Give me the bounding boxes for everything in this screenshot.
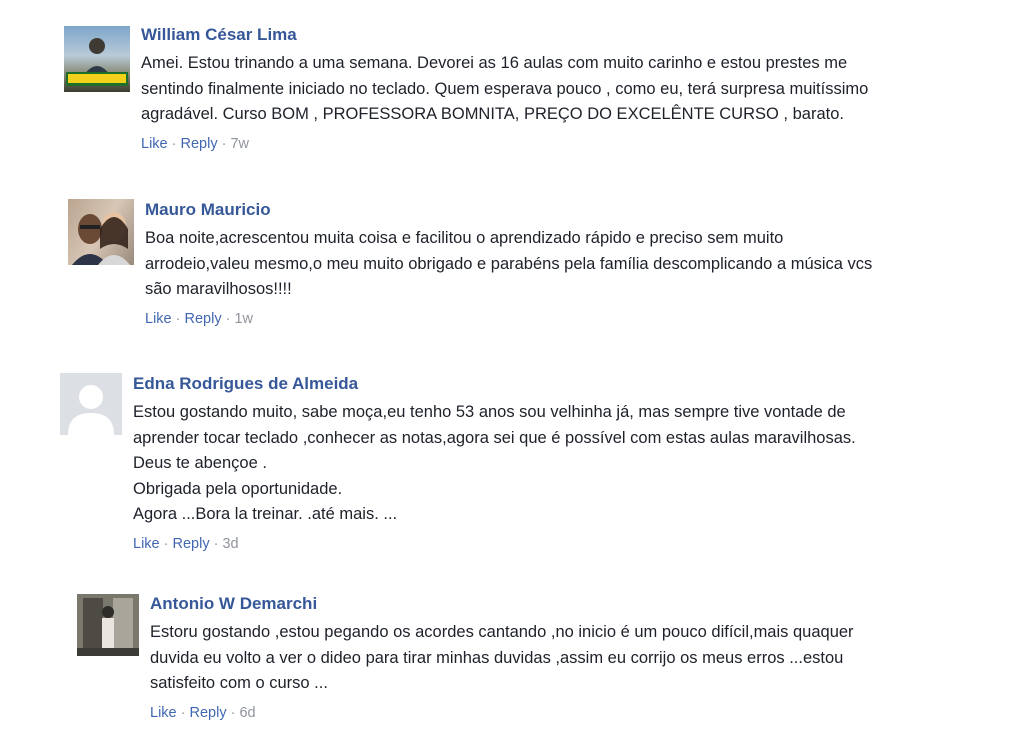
user-photo-icon	[66, 38, 128, 86]
comment-text: Estou gostando muito, sabe moça,eu tenho…	[133, 400, 856, 528]
timestamp-link[interactable]: 1w	[234, 311, 253, 327]
timestamp-link[interactable]: 7w	[230, 136, 249, 152]
comment-text-line: agradável. Curso BOM , PROFESSORA BOMNIT…	[141, 105, 844, 123]
like-link[interactable]: Like	[133, 536, 160, 552]
avatar[interactable]	[64, 26, 130, 92]
comment-actions: Like · Reply · 7w	[141, 134, 868, 154]
comment-text-line: satisfeito com o curso ...	[150, 674, 328, 692]
separator: ·	[163, 535, 173, 552]
comment-author-link[interactable]: Antonio W Demarchi	[150, 593, 854, 615]
separator: ·	[180, 704, 190, 721]
comment-text-line: Agora ...Bora la treinar. .até mais. ...	[133, 505, 398, 523]
default-avatar-icon	[60, 373, 122, 435]
avatar[interactable]	[60, 373, 122, 435]
comment-author-link[interactable]: Edna Rodrigues de Almeida	[133, 373, 856, 395]
comment-text-line: Boa noite,acrescentou muita coisa e faci…	[145, 229, 784, 247]
reply-link[interactable]: Reply	[181, 136, 218, 152]
timestamp-link[interactable]: 3d	[222, 536, 238, 552]
user-photo-icon	[77, 594, 139, 656]
comment-author-link[interactable]: Mauro Mauricio	[145, 199, 872, 221]
comment-text: Boa noite,acrescentou muita coisa e faci…	[145, 226, 872, 303]
comment-actions: Like · Reply · 1w	[145, 309, 872, 329]
avatar[interactable]	[77, 594, 139, 656]
reply-link[interactable]: Reply	[173, 536, 210, 552]
comment-text-line: são maravilhosos!!!!	[145, 280, 292, 298]
comment-text: Amei. Estou trinando a uma semana. Devor…	[141, 51, 868, 128]
timestamp-link[interactable]: 6d	[239, 705, 255, 721]
user-photo-icon	[72, 212, 130, 265]
like-link[interactable]: Like	[145, 311, 172, 327]
comment-actions: Like · Reply · 3d	[133, 534, 856, 554]
comment-text-line: Estoru gostando ,estou pegando os acorde…	[150, 623, 854, 641]
comment-actions: Like · Reply · 6d	[150, 703, 854, 723]
comment-text-line: sentindo finalmente iniciado no teclado.…	[141, 79, 869, 98]
separator: ·	[175, 310, 185, 327]
comment-author-link[interactable]: William César Lima	[141, 24, 868, 46]
comment-text-line: Obrigada pela oportunidade.	[133, 479, 343, 498]
like-link[interactable]: Like	[141, 136, 168, 152]
avatar[interactable]	[68, 199, 134, 265]
comment-text-line: duvida eu volto a ver o dideo para tirar…	[150, 648, 844, 667]
like-link[interactable]: Like	[150, 705, 177, 721]
comment-text-line: Estou gostando muito, sabe moça,eu tenho…	[133, 403, 846, 421]
separator: ·	[171, 135, 181, 152]
comment-text-line: arrodeio,valeu mesmo,o meu muito obrigad…	[145, 254, 873, 273]
comment-text-line: Amei. Estou trinando a uma semana. Devor…	[141, 54, 848, 72]
comment-text: Estoru gostando ,estou pegando os acorde…	[150, 620, 854, 697]
reply-link[interactable]: Reply	[185, 311, 222, 327]
comment-text-line: aprender tocar teclado ,conhecer as nota…	[133, 428, 856, 447]
comment-text-line: Deus te abençoe .	[133, 454, 267, 472]
reply-link[interactable]: Reply	[190, 705, 227, 721]
